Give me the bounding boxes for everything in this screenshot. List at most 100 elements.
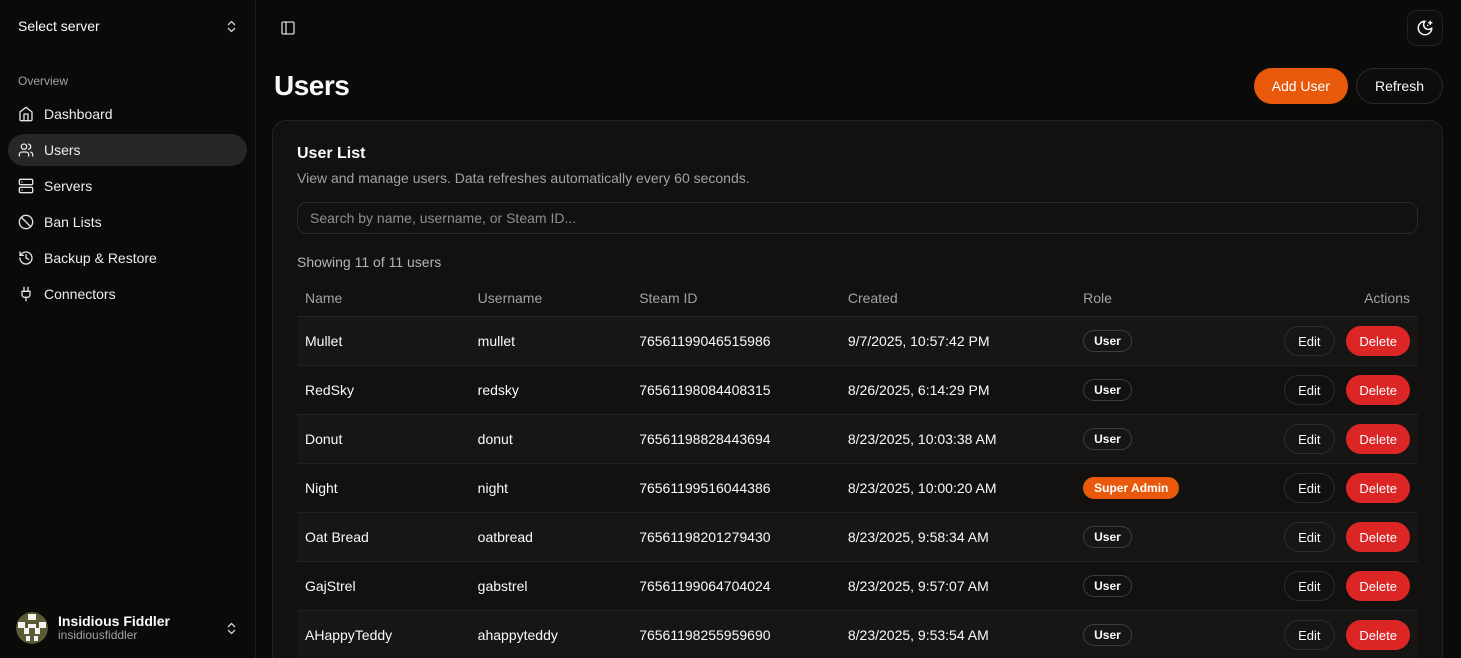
cell-username: oatbread (470, 513, 632, 562)
theme-toggle-button[interactable] (1407, 10, 1443, 46)
column-header-actions: Actions (1276, 280, 1418, 317)
main-area: Users Add User Refresh User List View an… (256, 0, 1461, 658)
chevrons-up-down-icon (224, 621, 239, 636)
home-icon (18, 106, 34, 122)
column-header-role: Role (1075, 280, 1276, 317)
sidebar-item-users[interactable]: Users (8, 134, 247, 166)
role-badge: User (1083, 526, 1132, 548)
cell-created: 8/23/2025, 9:53:54 AM (840, 611, 1075, 658)
server-select-label: Select server (18, 18, 100, 34)
cell-name: Mullet (297, 317, 470, 366)
moon-star-icon (1416, 19, 1434, 37)
cell-actions: Edit Delete (1276, 611, 1418, 658)
search-input[interactable] (297, 202, 1418, 234)
sidebar-item-label: Dashboard (44, 106, 113, 122)
delete-button[interactable]: Delete (1346, 473, 1410, 503)
edit-button[interactable]: Edit (1284, 424, 1334, 454)
cell-created: 8/23/2025, 9:58:34 AM (840, 513, 1075, 562)
sidebar-user-menu[interactable]: Insidious Fiddler insidiousfiddler (8, 606, 247, 650)
edit-button[interactable]: Edit (1284, 375, 1334, 405)
role-badge: Super Admin (1083, 477, 1179, 499)
column-header-steamid: Steam ID (631, 280, 840, 317)
topbar (256, 0, 1461, 56)
sidebar-item-label: Servers (44, 178, 92, 194)
user-username: insidiousfiddler (58, 629, 214, 643)
sidebar-item-servers[interactable]: Servers (8, 170, 247, 202)
role-badge: User (1083, 330, 1132, 352)
delete-button[interactable]: Delete (1346, 571, 1410, 601)
delete-button[interactable]: Delete (1346, 375, 1410, 405)
cell-name: Oat Bread (297, 513, 470, 562)
table-row: Donut donut 76561198828443694 8/23/2025,… (297, 415, 1418, 464)
cell-created: 9/7/2025, 10:57:42 PM (840, 317, 1075, 366)
cell-created: 8/26/2025, 6:14:29 PM (840, 366, 1075, 415)
sidebar-nav: Dashboard Users Servers Ban Lists Backup & R… (8, 98, 247, 310)
cell-created: 8/23/2025, 10:00:20 AM (840, 464, 1075, 513)
delete-button[interactable]: Delete (1346, 522, 1410, 552)
edit-button[interactable]: Edit (1284, 473, 1334, 503)
cell-actions: Edit Delete (1276, 317, 1418, 366)
cell-name: AHappyTeddy (297, 611, 470, 658)
card-description: View and manage users. Data refreshes au… (297, 170, 1418, 186)
column-header-name: Name (297, 280, 470, 317)
ban-icon (18, 214, 34, 230)
cell-steam-id: 76561198201279430 (631, 513, 840, 562)
sidebar-item-backup-restore[interactable]: Backup & Restore (8, 242, 247, 274)
cell-name: Night (297, 464, 470, 513)
cell-name: Donut (297, 415, 470, 464)
panel-left-icon (280, 20, 296, 36)
cell-actions: Edit Delete (1276, 513, 1418, 562)
refresh-button[interactable]: Refresh (1356, 68, 1443, 104)
cell-role: User (1075, 415, 1276, 464)
table-header-row: Name Username Steam ID Created Role Acti… (297, 280, 1418, 317)
sidebar: Select server Overview Dashboard Users Ser… (0, 0, 256, 658)
delete-button[interactable]: Delete (1346, 620, 1410, 650)
edit-button[interactable]: Edit (1284, 522, 1334, 552)
cell-username: donut (470, 415, 632, 464)
sidebar-group-label: Overview (8, 68, 247, 98)
cell-role: User (1075, 611, 1276, 658)
column-header-created: Created (840, 280, 1075, 317)
cell-steam-id: 76561198255959690 (631, 611, 840, 658)
cell-created: 8/23/2025, 10:03:38 AM (840, 415, 1075, 464)
user-list-card: User List View and manage users. Data re… (272, 120, 1443, 658)
table-row: AHappyTeddy ahappyteddy 7656119825595969… (297, 611, 1418, 658)
cell-name: RedSky (297, 366, 470, 415)
cell-steam-id: 76561199064704024 (631, 562, 840, 611)
table-row: GajStrel gabstrel 76561199064704024 8/23… (297, 562, 1418, 611)
edit-button[interactable]: Edit (1284, 571, 1334, 601)
add-user-button[interactable]: Add User (1254, 68, 1348, 104)
page-header: Users Add User Refresh (256, 56, 1461, 120)
role-badge: User (1083, 575, 1132, 597)
server-select-trigger[interactable]: Select server (8, 8, 247, 44)
delete-button[interactable]: Delete (1346, 424, 1410, 454)
user-avatar (16, 612, 48, 644)
sidebar-item-label: Connectors (44, 286, 116, 302)
cell-actions: Edit Delete (1276, 562, 1418, 611)
cell-username: ahappyteddy (470, 611, 632, 658)
table-row: RedSky redsky 76561198084408315 8/26/202… (297, 366, 1418, 415)
sidebar-group-overview: Overview Dashboard Users Servers Ban Lists B… (8, 68, 247, 314)
table-row: Mullet mullet 76561199046515986 9/7/2025… (297, 317, 1418, 366)
sidebar-toggle-button[interactable] (274, 14, 302, 42)
users-icon (18, 142, 34, 158)
sidebar-item-label: Backup & Restore (44, 250, 157, 266)
delete-button[interactable]: Delete (1346, 326, 1410, 356)
cell-username: gabstrel (470, 562, 632, 611)
page-actions: Add User Refresh (1254, 68, 1443, 104)
edit-button[interactable]: Edit (1284, 326, 1334, 356)
cell-role: Super Admin (1075, 464, 1276, 513)
user-info: Insidious Fiddler insidiousfiddler (58, 613, 214, 643)
sidebar-item-label: Ban Lists (44, 214, 102, 230)
sidebar-item-ban-lists[interactable]: Ban Lists (8, 206, 247, 238)
edit-button[interactable]: Edit (1284, 620, 1334, 650)
card-title: User List (297, 145, 1418, 163)
history-icon (18, 250, 34, 266)
role-badge: User (1083, 428, 1132, 450)
sidebar-item-connectors[interactable]: Connectors (8, 278, 247, 310)
role-badge: User (1083, 624, 1132, 646)
sidebar-item-dashboard[interactable]: Dashboard (8, 98, 247, 130)
cell-created: 8/23/2025, 9:57:07 AM (840, 562, 1075, 611)
sidebar-item-label: Users (44, 142, 81, 158)
cell-name: GajStrel (297, 562, 470, 611)
